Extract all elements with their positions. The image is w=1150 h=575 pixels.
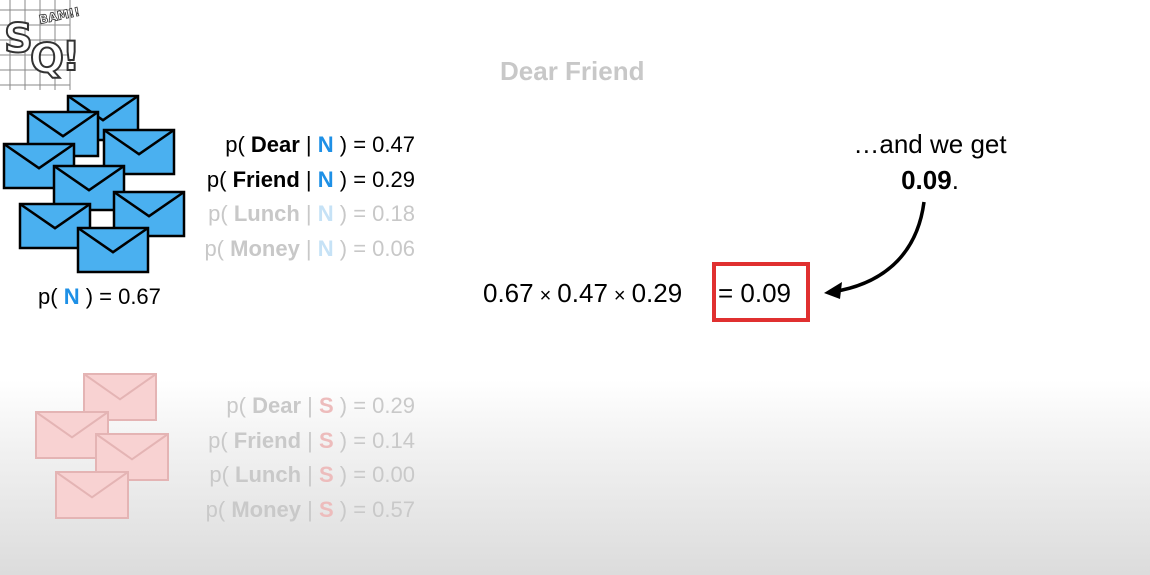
times-sign: × <box>613 285 626 307</box>
spam-likelihood-row-dear: p( Dear | S ) = 0.29 <box>226 393 415 418</box>
svg-text:BAM!!: BAM!! <box>38 5 81 27</box>
svg-text:!: ! <box>62 34 80 80</box>
note-line: …and we get <box>853 129 1007 159</box>
likelihood-row-lunch: p( Lunch | N ) = 0.18 <box>208 201 415 226</box>
result-note: …and we get 0.09. <box>820 126 1040 198</box>
spam-likelihood-row-money: p( Money | S ) = 0.57 <box>205 496 415 522</box>
svg-text:S: S <box>4 16 33 62</box>
calc-term-prior: 0.67 <box>483 278 534 308</box>
curved-arrow-icon <box>820 198 930 313</box>
times-sign: × <box>539 285 552 307</box>
statquest-logo: S Q ! BAM!! <box>0 0 100 92</box>
normal-prior: p( N ) = 0.67 <box>38 284 161 309</box>
likelihood-row-friend: p( Friend | N ) = 0.29 <box>206 166 415 192</box>
normal-likelihood-list: p( Dear | N ) = 0.47 p( Friend | N ) = 0… <box>115 128 415 266</box>
spam-likelihood-list: p( Dear | S ) = 0.29 p( Friend | S ) = 0… <box>115 389 415 527</box>
spam-likelihood-row-friend: p( Friend | S ) = 0.14 <box>208 427 415 453</box>
calc-result: = 0.09 <box>718 278 792 308</box>
page-title: Dear Friend <box>500 56 645 86</box>
svg-text:Q: Q <box>30 36 64 82</box>
spam-likelihood-row-lunch: p( Lunch | S ) = 0.00 <box>209 462 415 487</box>
note-value-line: 0.09. <box>901 165 959 195</box>
likelihood-row-money: p( Money | N ) = 0.06 <box>204 235 415 261</box>
calc-term-dear: 0.47 <box>557 278 608 308</box>
calc-term-friend: 0.29 <box>631 278 683 308</box>
calculation: 0.67 × 0.47 × 0.29 <box>483 278 682 309</box>
likelihood-row-dear: p( Dear | N ) = 0.47 <box>225 132 415 157</box>
